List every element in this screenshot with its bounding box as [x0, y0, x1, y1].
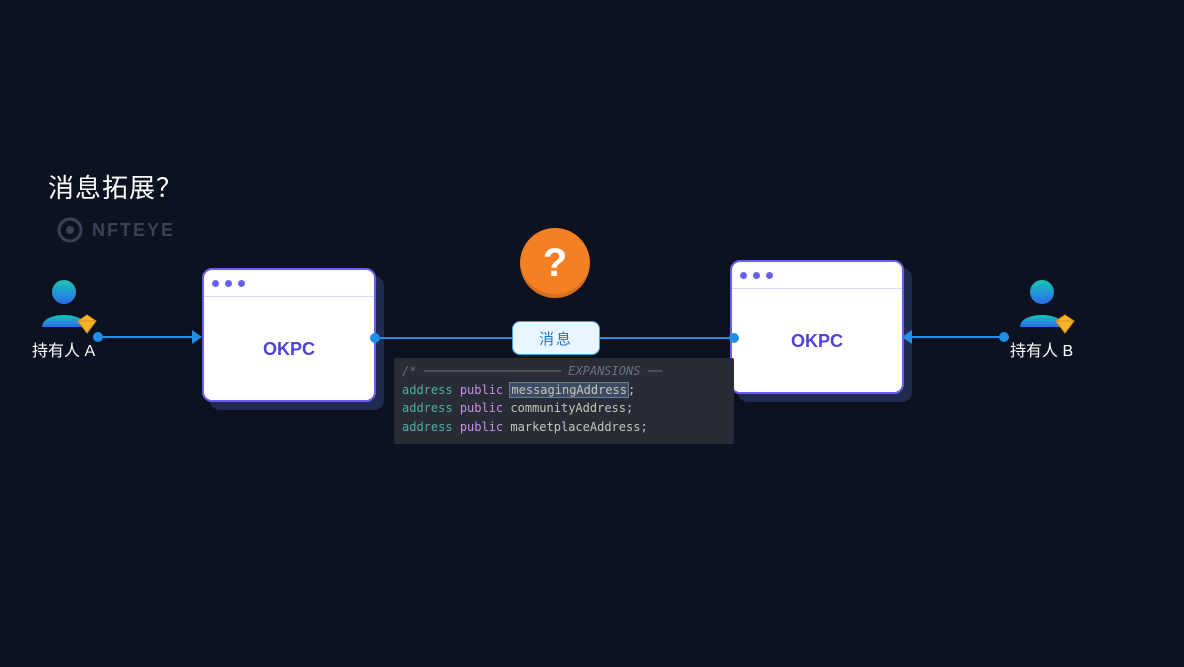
code-identifier: messagingAddress: [511, 383, 627, 397]
nfteye-logo: NFTEYE: [56, 216, 175, 244]
nfteye-logo-icon: [56, 216, 84, 244]
question-icon: ?: [520, 228, 590, 298]
window-dot-icon: [238, 280, 245, 287]
nfteye-logo-text: NFTEYE: [92, 220, 175, 241]
code-punct: ;: [628, 383, 635, 397]
window-titlebar: [732, 262, 902, 289]
code-identifier: communityAddress;: [510, 401, 633, 415]
code-comment: /* ─────────────────── EXPANSIONS ──: [402, 362, 726, 381]
diamond-icon: [1054, 313, 1076, 335]
holder-a: 持有人 A: [32, 275, 95, 361]
code-snippet: /* ─────────────────── EXPANSIONS ── add…: [394, 358, 734, 444]
okpc-window-right: OKPC: [730, 260, 904, 394]
code-identifier: marketplaceAddress;: [510, 420, 647, 434]
okpc-window-label: OKPC: [204, 297, 374, 401]
code-line: address public messagingAddress;: [402, 381, 726, 400]
code-keyword: public: [460, 420, 503, 434]
window-dot-icon: [740, 272, 747, 279]
window-titlebar: [204, 270, 374, 297]
message-node: 消息: [512, 321, 600, 355]
code-keyword: address: [402, 383, 453, 397]
holder-b: 持有人 B: [1010, 275, 1073, 361]
code-keyword: public: [460, 401, 503, 415]
code-highlight: messagingAddress: [510, 383, 628, 397]
okpc-window-left: OKPC: [202, 268, 376, 402]
code-keyword: public: [460, 383, 503, 397]
code-line: address public marketplaceAddress;: [402, 418, 726, 437]
arrow-b-to-okpc: [904, 336, 1004, 338]
window-dot-icon: [225, 280, 232, 287]
arrow-a-to-okpc: [98, 336, 200, 338]
window-dot-icon: [766, 272, 773, 279]
window-dot-icon: [212, 280, 219, 287]
window-dot-icon: [753, 272, 760, 279]
holder-b-label: 持有人 B: [1010, 337, 1073, 361]
page-title: 消息拓展？: [48, 168, 183, 205]
code-keyword: address: [402, 420, 453, 434]
diamond-icon: [76, 313, 98, 335]
holder-a-label: 持有人 A: [32, 337, 95, 361]
code-line: address public communityAddress;: [402, 399, 726, 418]
okpc-window-label: OKPC: [732, 289, 902, 393]
code-keyword: address: [402, 401, 453, 415]
